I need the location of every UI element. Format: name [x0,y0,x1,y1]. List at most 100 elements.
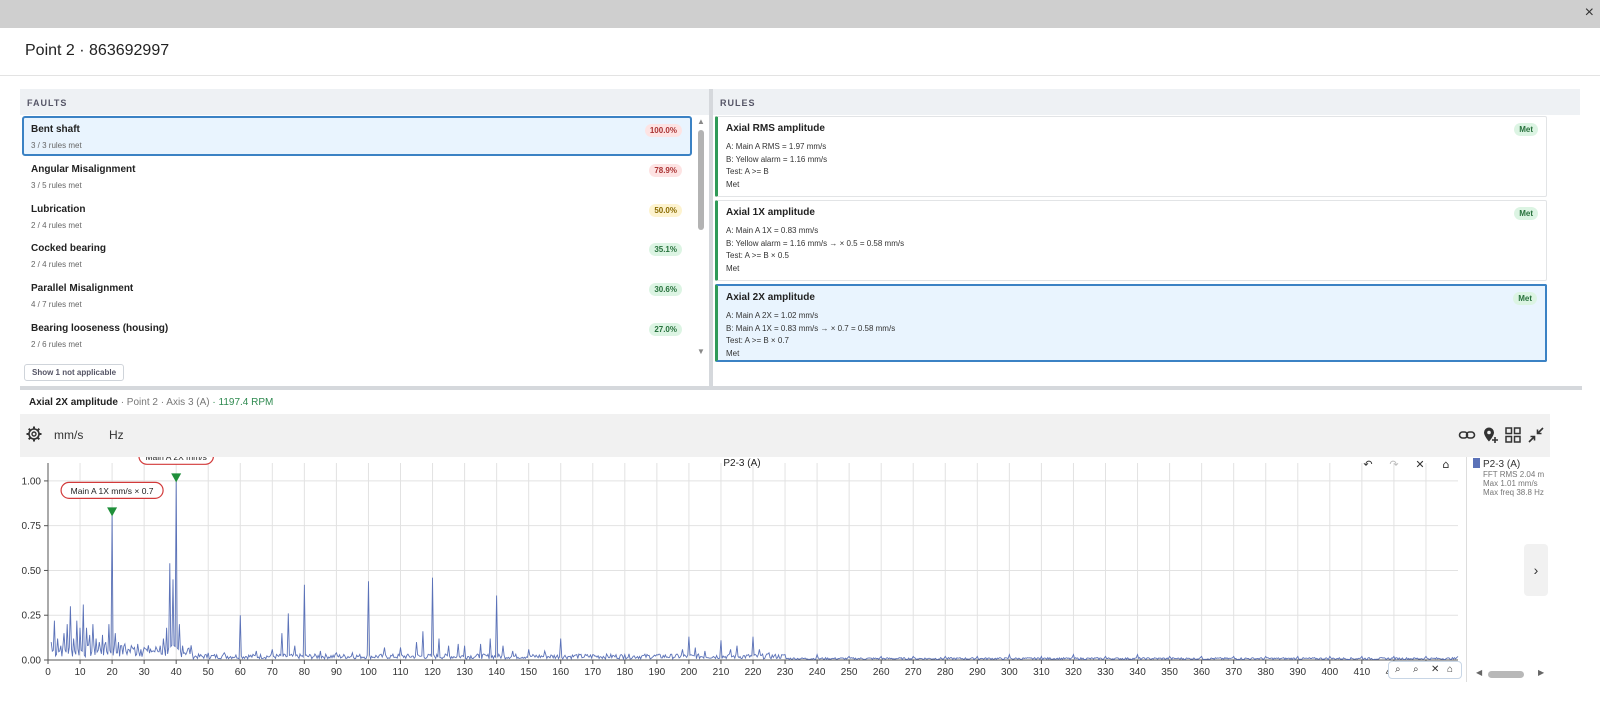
x-tick-label: 200 [681,667,698,678]
show-not-applicable-button[interactable]: Show 1 not applicable [24,364,125,381]
scroll-right-icon[interactable]: ▶ [1538,668,1544,677]
rule-card[interactable]: Axial RMS amplitude Met A: Main A RMS = 1.… [715,116,1547,197]
fault-item[interactable]: Angular Misalignment 3 / 5 rules met 78.9% [22,156,692,196]
zoom-reset-icon[interactable]: ✕ [1431,664,1439,675]
x-tick-label: 10 [74,667,86,678]
fault-rules-met: 3 / 3 rules met [31,141,82,150]
x-tick-label: 150 [520,667,537,678]
rule-card[interactable]: Axial 1X amplitude Met A: Main A 1X = 0.83… [715,200,1547,281]
chart-legend[interactable]: P2-3 (A) FFT RMS 2.04 m Max 1.01 mm/s Ma… [1473,458,1553,497]
x-tick-label: 320 [1065,667,1082,678]
page-title: Point 2 · 863692997 [25,42,170,59]
x-tick-label: 0 [45,667,51,678]
x-tick-label: 340 [1129,667,1146,678]
zoom-in-icon[interactable]: ⌕ [1395,664,1401,675]
legend-scroll-thumb[interactable] [1488,671,1524,678]
close-icon[interactable]: × [1585,5,1594,21]
rule-card[interactable]: Axial 2X amplitude Met A: Main A 2X = 1.02… [715,284,1547,362]
redo-icon[interactable]: ↷ [1389,458,1398,471]
y-tick-label: 0.50 [22,566,42,577]
x-tick-label: 120 [424,667,441,678]
gear-icon[interactable] [26,426,42,442]
legend-series[interactable]: P2-3 (A) [1473,458,1553,470]
rules-panel: RULES Axial RMS amplitude Met A: Main A RM… [713,89,1580,388]
scroll-left-icon[interactable]: ◀ [1476,668,1482,677]
legend-stat-rms: FFT RMS 2.04 m [1483,470,1545,479]
x-tick-label: 230 [777,667,794,678]
x-tick-label: 60 [235,667,247,678]
spectrum-series-line[interactable] [50,477,1459,661]
add-location-icon[interactable] [1482,426,1500,444]
chart-header: Axial 2X amplitude · Point 2 · Axis 3 (A… [29,397,273,408]
x-tick-label: 20 [107,667,119,678]
chart-point-axis: · Point 2 · Axis 3 (A) [120,397,210,408]
x-tick-label: 170 [584,667,601,678]
zoom-home-icon[interactable]: ⌂ [1447,664,1453,675]
rule-status-badge: Met [1514,123,1538,136]
fault-item[interactable]: Bearing looseness (housing) 2 / 6 rules m… [22,315,692,355]
fault-name: Bearing looseness (housing) [31,322,169,334]
y-tick-label: 0.00 [22,656,42,667]
reset-icon[interactable]: ✕ [1415,458,1424,471]
rule-detail-line: Met [726,263,740,273]
x-tick-label: 30 [139,667,151,678]
y-tick-label: 1.00 [22,476,42,487]
fault-list: Bent shaft 3 / 3 rules met 100.0% Angular M… [22,116,692,355]
next-panel-button[interactable]: › [1524,544,1548,596]
rule-detail-line: Test: A >= B × 0.5 [726,251,789,261]
fault-item[interactable]: Parallel Misalignment 4 / 7 rules met 30.6… [22,275,692,315]
legend-stat-maxfreq: Max freq 38.8 Hz [1483,488,1544,497]
rule-name: Axial 2X amplitude [726,292,815,303]
fault-score-badge: 30.6% [649,283,682,297]
x-tick-label: 280 [937,667,954,678]
x-tick-label: 80 [299,667,311,678]
home-icon[interactable]: ⌂ [1443,458,1450,471]
x-tick-label: 290 [969,667,986,678]
legend-swatch [1473,458,1480,468]
split-divider[interactable] [20,386,1582,390]
fault-rules-met: 3 / 5 rules met [31,180,82,190]
rule-detail-line: Met [726,348,740,358]
rule-detail-line: Met [726,179,740,189]
fault-item[interactable]: Bent shaft 3 / 3 rules met 100.0% [22,116,692,156]
rule-detail-line: B: Yellow alarm = 1.16 mm/s → × 0.5 = 0.… [726,238,905,248]
x-tick-label: 130 [456,667,473,678]
link-icon[interactable] [1458,426,1476,444]
x-tick-label: 40 [171,667,183,678]
legend-stat-max: Max 1.01 mm/s [1483,479,1538,488]
faults-panel: FAULTS Bent shaft 3 / 3 rules met 100.0% An… [20,89,709,388]
faults-heading: FAULTS [20,89,709,115]
fault-item[interactable]: Cocked bearing 2 / 4 rules met 35.1% [22,235,692,275]
legend-scrollbar[interactable]: ◀ ▶ [1474,668,1550,680]
x-tick-label: 390 [1289,667,1306,678]
faults-scrollbar[interactable]: ▲ ▼ [696,117,706,357]
spectrum-chart[interactable]: 0 10 20 30 40 50 60 70 80 90 100 110 120 130 140 150 160… [20,457,1465,682]
rule-detail-line: Test: A >= B × 0.7 [726,336,789,346]
zoom-out-icon[interactable]: ⌕ [1413,664,1419,675]
frequency-unit-selector[interactable]: Hz [109,428,124,442]
legend-series-name: P2-3 (A) [1483,459,1521,470]
scroll-up-icon[interactable]: ▲ [696,117,706,127]
x-tick-label: 300 [1001,667,1018,678]
scroll-thumb[interactable] [698,130,704,230]
chart-title: P2-3 (A) [723,458,760,469]
chart-rpm: · 1197.4 RPM [212,397,274,408]
chart-toolbar: mm/s Hz [20,414,1550,457]
grid-icon[interactable] [1504,426,1522,444]
x-tick-label: 360 [1193,667,1210,678]
fault-score-badge: 50.0% [649,203,682,217]
undo-icon[interactable]: ↶ [1363,458,1372,471]
amplitude-unit-selector[interactable]: mm/s [54,428,83,442]
x-tick-label: 110 [393,667,409,678]
spectrum-svg[interactable]: 0 10 20 30 40 50 60 70 80 90 100 110 120 130 140 150 160… [20,457,1465,682]
collapse-icon[interactable] [1527,426,1545,444]
fault-score-badge: 78.9% [649,163,682,177]
x-tick-label: 330 [1097,667,1114,678]
x-tick-label: 260 [873,667,890,678]
fault-item[interactable]: Lubrication 2 / 4 rules met 50.0% [22,196,692,236]
scroll-down-icon[interactable]: ▼ [696,347,706,357]
peak-marker-icon[interactable] [107,507,118,517]
chart-rule-title: Axial 2X amplitude [29,397,118,408]
fault-score-badge: 35.1% [649,243,682,257]
fault-name: Lubrication [31,203,86,215]
